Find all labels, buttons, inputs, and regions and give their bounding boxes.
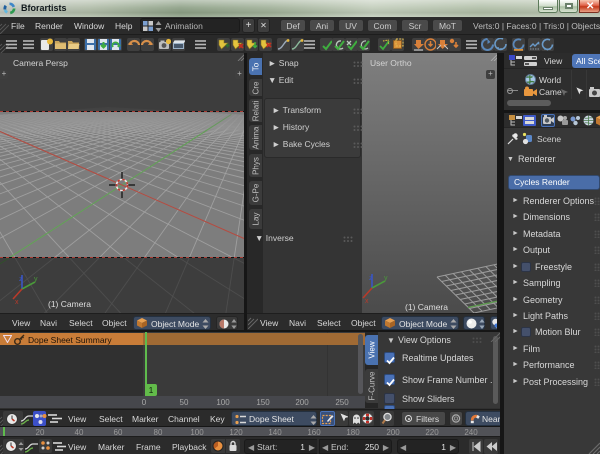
svg-text:y: y (384, 275, 388, 282)
svg-text:x: x (15, 299, 19, 305)
svg-text:z: z (369, 275, 373, 282)
svg-text:y: y (34, 276, 38, 283)
svg-text:z: z (19, 276, 23, 283)
svg-text:x: x (365, 298, 369, 304)
